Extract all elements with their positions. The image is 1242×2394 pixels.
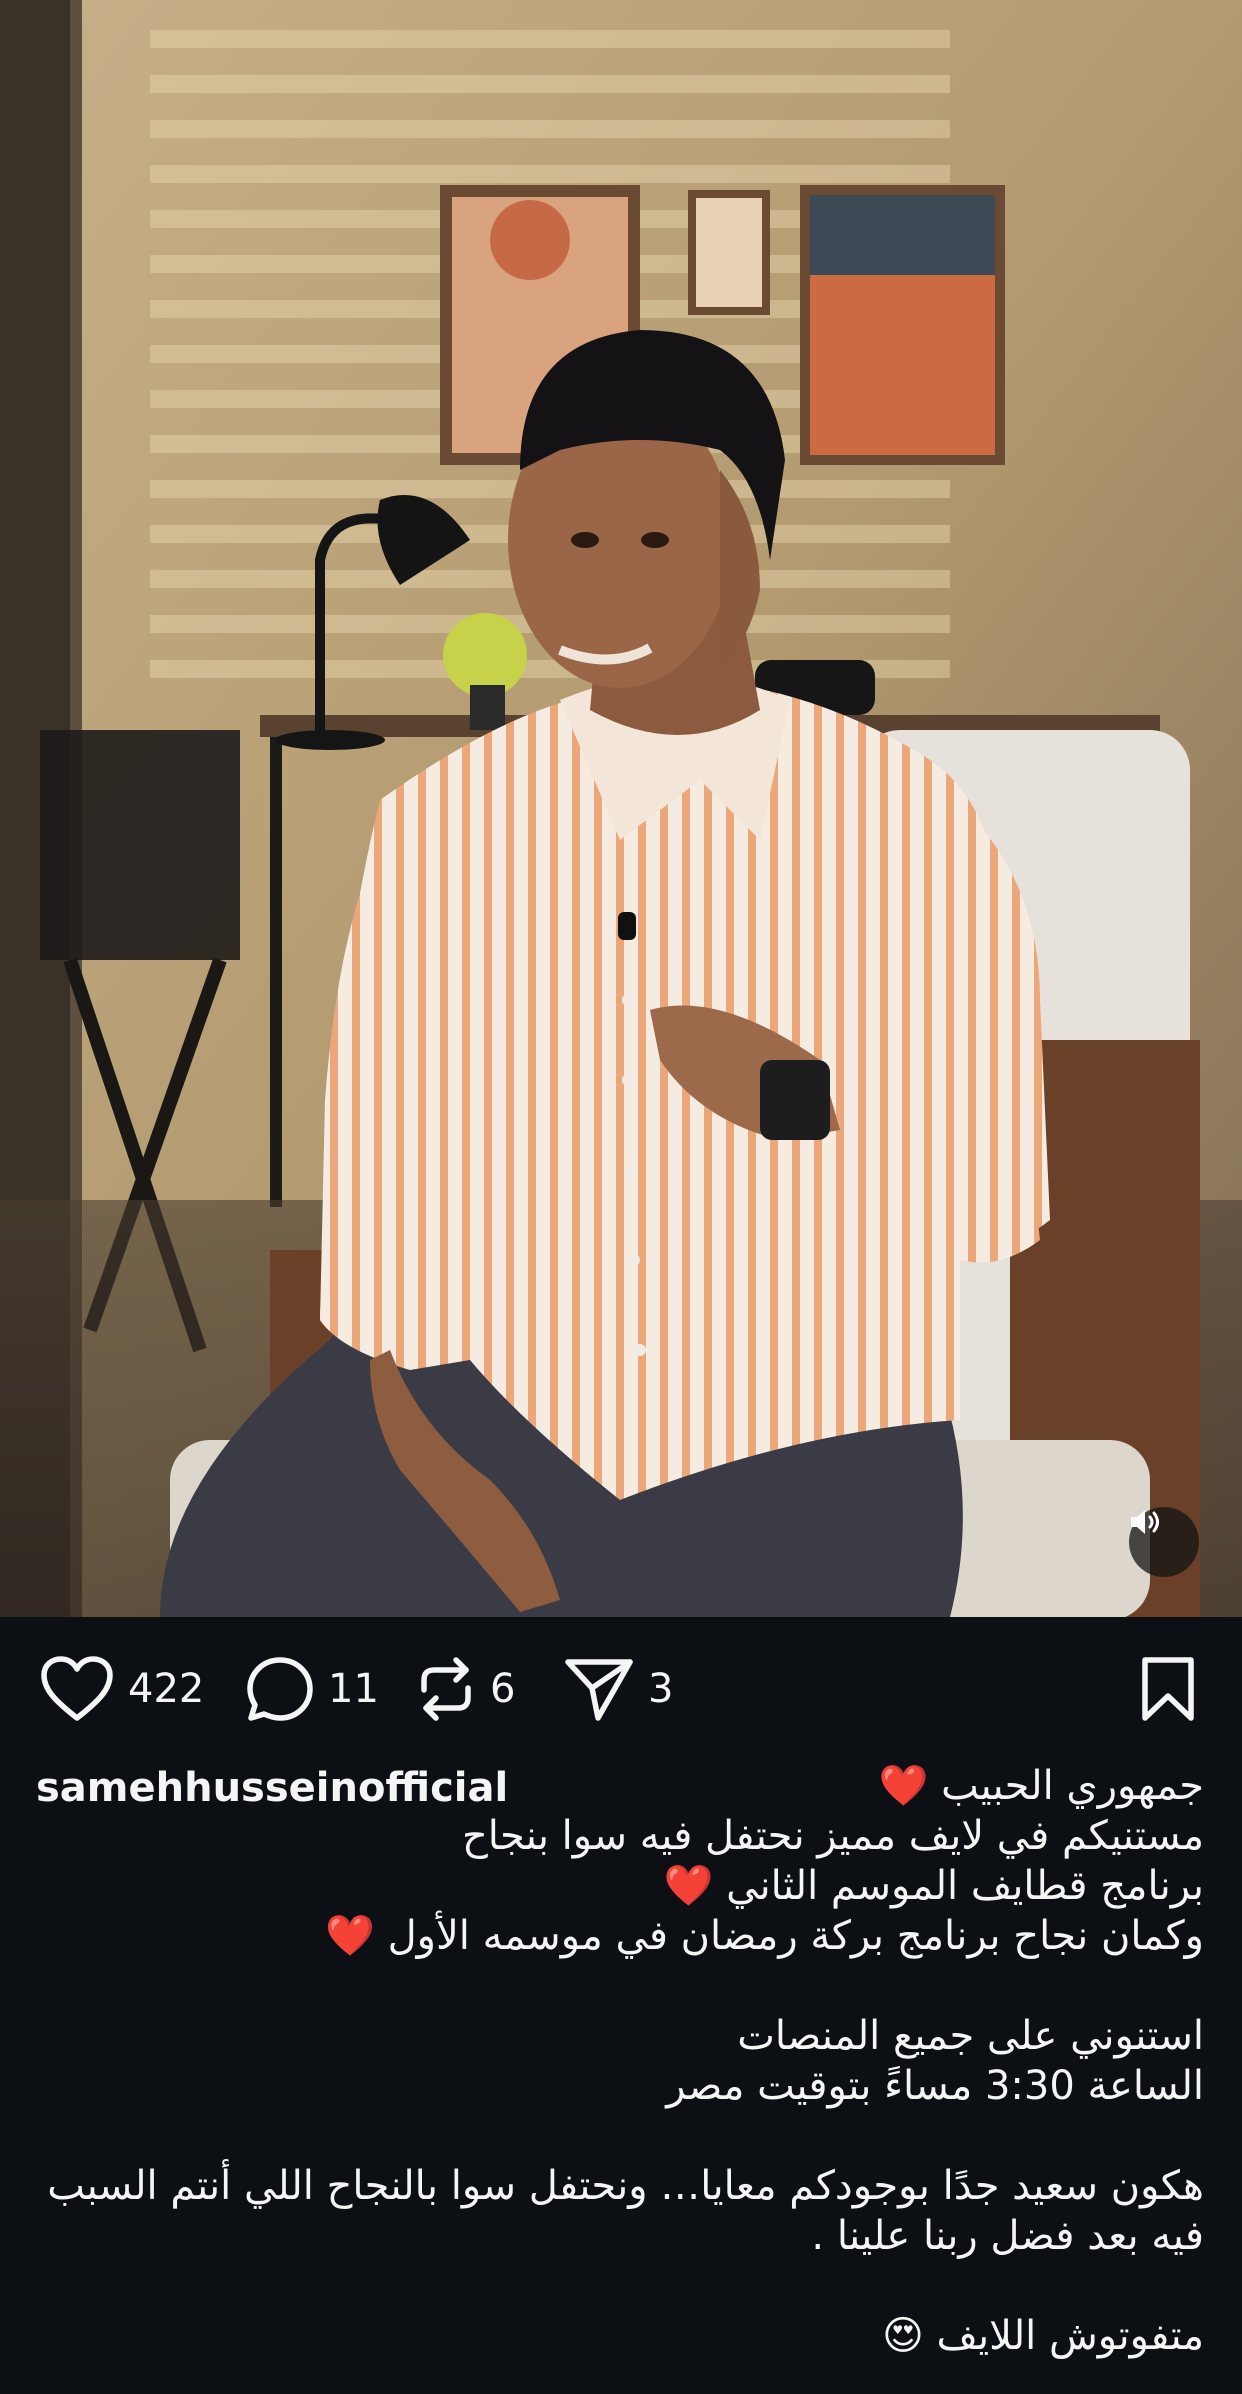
caption-line-2: مستنيكم في لايف مميز نحتفل فيه سوا بنجاح <box>461 1813 1204 1859</box>
share-button[interactable]: 3 <box>564 1636 673 1742</box>
repost-button[interactable]: 6 <box>416 1636 515 1742</box>
comment-count: 11 <box>328 1666 379 1712</box>
caption-line-9: متفوتوش اللايف 😍 <box>882 2313 1204 2359</box>
speaker-icon <box>1131 1510 1159 1534</box>
like-button[interactable]: 422 <box>40 1636 204 1742</box>
caption-line-8: فيه بعد فضل ربنا علينا . <box>811 2213 1204 2259</box>
repost-count: 6 <box>490 1666 516 1712</box>
caption-line-4: وكمان نجاح برنامج بركة رمضان في موسمه ال… <box>325 1913 1204 1959</box>
repost-icon <box>421 1657 471 1721</box>
post-action-bar: 422 11 6 3 <box>0 1636 1242 1742</box>
send-icon <box>565 1659 633 1721</box>
caption-line-1: جمهوري الحبيب ❤️ <box>878 1763 1204 1809</box>
comment-button[interactable]: 11 <box>246 1636 379 1742</box>
heart-icon <box>41 1656 113 1721</box>
sound-toggle-button[interactable] <box>1129 1507 1199 1577</box>
caption-line-3: برنامج قطايف الموسم الثاني ❤️ <box>663 1863 1204 1909</box>
bookmark-icon <box>1142 1657 1194 1721</box>
comment-icon <box>247 1657 313 1721</box>
share-count: 3 <box>648 1666 674 1712</box>
post-photo[interactable] <box>0 0 1242 1617</box>
like-count: 422 <box>128 1666 205 1712</box>
username-link[interactable]: samehhusseinofficial <box>36 1760 508 1816</box>
photo-illustration <box>0 0 1242 1617</box>
caption-line-7: هكون سعيد جدًا بوجودكم معايا… ونحتفل سوا… <box>47 2163 1204 2209</box>
caption-line-5: استنوني على جميع المنصات <box>737 2013 1204 2059</box>
caption-line-6: الساعة 3:30 مساءً بتوقيت مصر <box>666 2063 1204 2109</box>
save-button[interactable] <box>1140 1656 1196 1726</box>
post-caption: samehhusseinofficial جمهوري الحبيب ❤️ مس… <box>0 1760 1242 2394</box>
